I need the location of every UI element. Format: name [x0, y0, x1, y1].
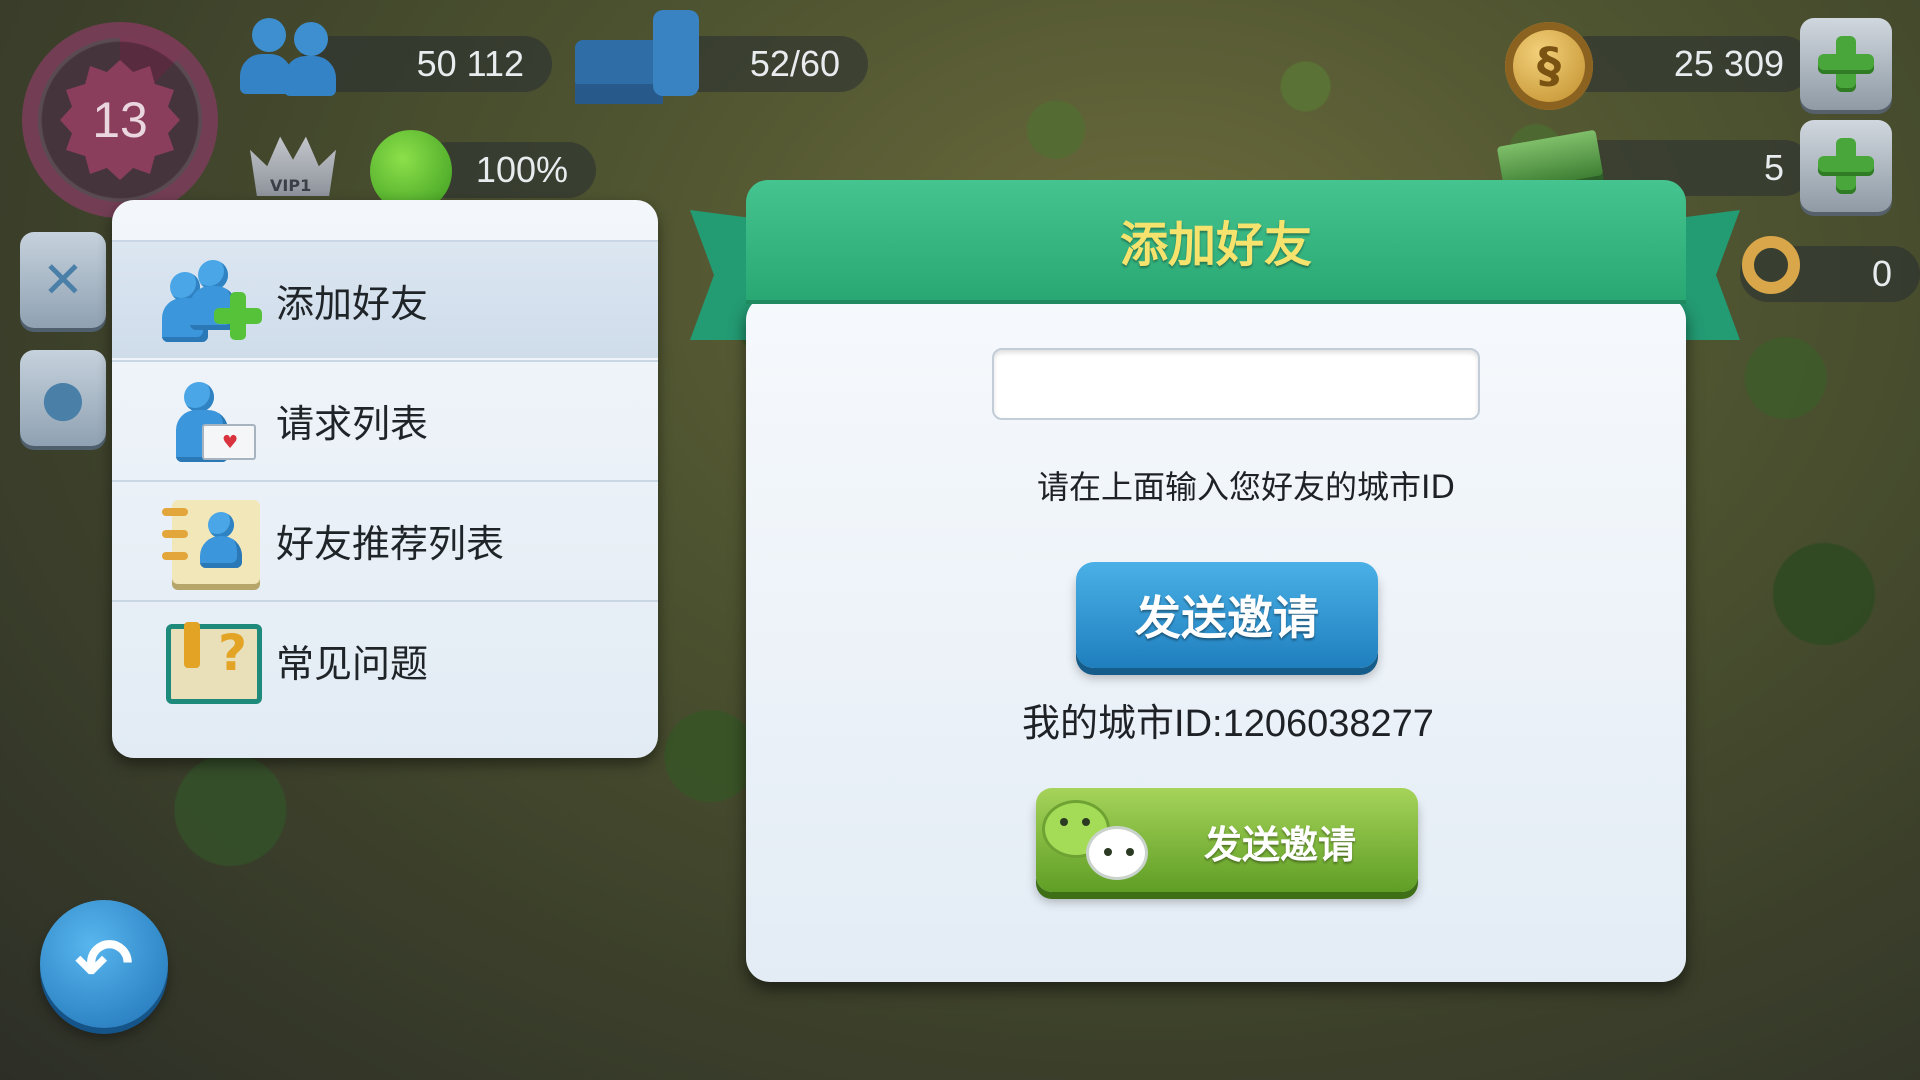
back-button[interactable]: ↶ — [40, 900, 168, 1028]
menu-item-label: 添加好友 — [276, 281, 429, 326]
my-city-id: 我的城市ID:1206038277 — [1022, 703, 1434, 745]
request-list-icon — [162, 374, 262, 468]
plus-icon — [1818, 138, 1874, 194]
simoleons-value: 25 309 — [1673, 43, 1784, 84]
send-invite-button[interactable]: 发送邀请 — [1076, 562, 1378, 668]
keys-value: 0 — [1871, 253, 1892, 294]
menu-item-label: 常见问题 — [276, 641, 429, 686]
menu-item-friend-recommendations[interactable]: 好友推荐列表 — [112, 480, 658, 598]
build-tools-button[interactable]: ✕ — [20, 232, 106, 328]
menu-item-label: 请求列表 — [276, 401, 429, 446]
wechat-icon — [1042, 800, 1154, 886]
wrench-screwdriver-icon: ✕ — [42, 251, 84, 309]
golden-key-icon — [1742, 236, 1800, 294]
happiness-value: 100% — [475, 149, 568, 190]
storage-icon — [575, 10, 705, 110]
menu-item-label: 好友推荐列表 — [276, 521, 505, 566]
simcash-value: 5 — [1763, 147, 1784, 188]
friends-menu-panel: 添加好友 请求列表 好友推荐列表 ? 常见问题 — [112, 200, 658, 758]
simoleons-pill[interactable]: 25 309 — [1560, 36, 1812, 92]
city-id-input[interactable] — [992, 348, 1480, 420]
add-friend-icon — [162, 254, 262, 348]
wechat-invite-label: 发送邀请 — [1204, 823, 1357, 867]
population-value: 50 112 — [416, 43, 524, 84]
vip-label: VIP1 — [270, 176, 312, 195]
menu-item-add-friend[interactable]: 添加好友 — [112, 240, 658, 358]
storage-value: 52/60 — [749, 43, 840, 84]
menu-item-faq[interactable]: ? 常见问题 — [112, 600, 658, 718]
add-simoleons-button[interactable] — [1800, 18, 1892, 110]
city-id-hint: 请在上面输入您好友的城市ID — [1036, 468, 1456, 506]
dialog-title: 添加好友 — [1119, 217, 1312, 273]
plus-icon — [1818, 36, 1874, 92]
dialog-header-ribbon: 添加好友 — [746, 180, 1686, 300]
simoleon-coin-icon: § — [1505, 22, 1593, 110]
people-icon: ● — [41, 369, 85, 427]
add-simcash-button[interactable] — [1800, 120, 1892, 212]
population-icon — [236, 12, 346, 102]
friend-recommendation-icon — [162, 494, 262, 588]
faq-icon: ? — [162, 614, 262, 708]
back-arrow-icon: ↶ — [74, 923, 134, 1005]
wechat-invite-button[interactable]: 发送邀请 — [1036, 788, 1418, 892]
menu-item-request-list[interactable]: 请求列表 — [112, 360, 658, 478]
friends-button[interactable]: ● — [20, 350, 106, 446]
